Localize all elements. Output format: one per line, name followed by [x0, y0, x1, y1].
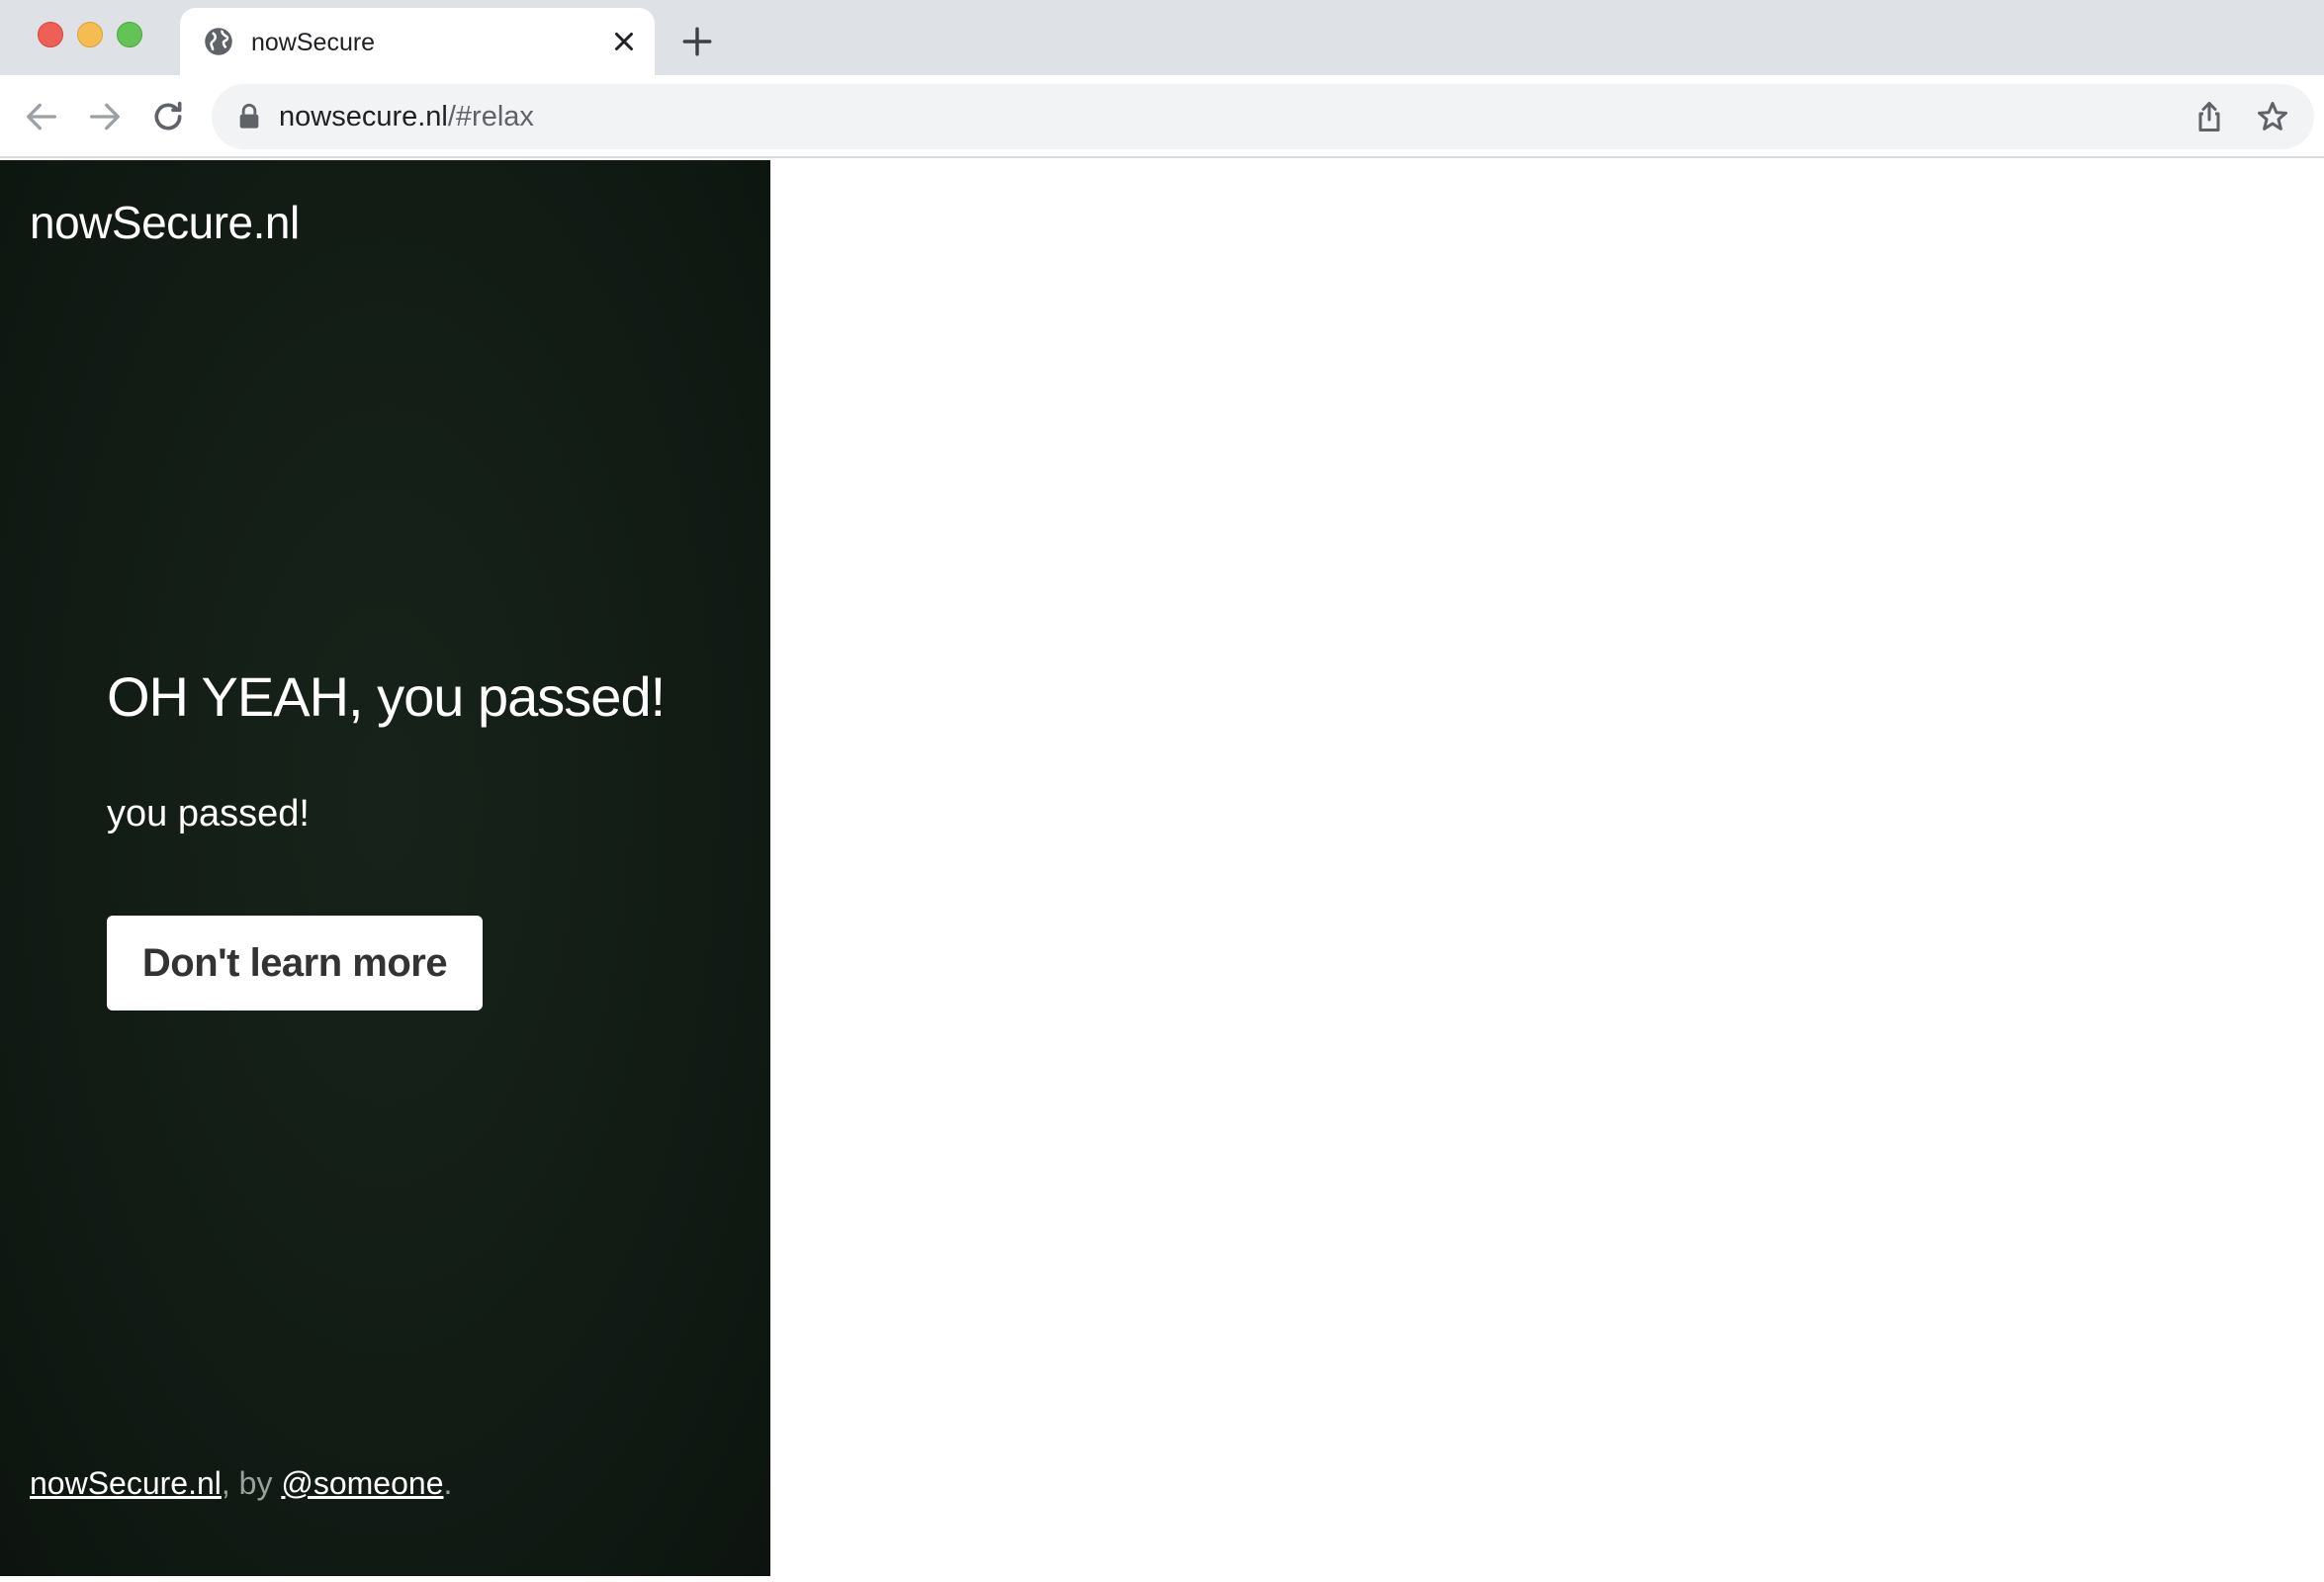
footer-site-link[interactable]: nowSecure.nl: [30, 1465, 222, 1501]
maximize-window-button[interactable]: [117, 22, 142, 47]
close-icon[interactable]: [609, 27, 639, 56]
arrow-left-icon[interactable]: [22, 97, 61, 136]
close-window-button[interactable]: [38, 22, 63, 47]
footer-end-text: .: [443, 1465, 453, 1501]
globe-icon: [205, 28, 232, 55]
sidebar-panel: nowSecure.nl OH YEAH, you passed! you pa…: [0, 160, 770, 1576]
url-text[interactable]: nowsecure.nl/#relax: [279, 100, 534, 133]
share-icon[interactable]: [2191, 99, 2227, 134]
plus-icon[interactable]: [680, 25, 714, 58]
url-path: /#relax: [447, 101, 534, 132]
url-host: nowsecure.nl: [279, 101, 448, 132]
address-bar[interactable]: nowsecure.nl/#relax: [212, 84, 2314, 149]
reload-icon[interactable]: [148, 97, 188, 136]
footer-author-link[interactable]: @someone: [281, 1465, 443, 1501]
star-icon[interactable]: [2255, 99, 2290, 134]
footer: nowSecure.nl, by @someone.: [30, 1465, 452, 1502]
footer-by-text: , by: [221, 1465, 282, 1501]
arrow-right-icon[interactable]: [85, 97, 125, 136]
lock-icon[interactable]: [237, 103, 261, 131]
dont-learn-more-button[interactable]: Don't learn more: [107, 916, 483, 1011]
brand-title: nowSecure.nl: [30, 197, 300, 248]
minimize-window-button[interactable]: [77, 22, 103, 47]
browser-tab[interactable]: nowSecure: [180, 8, 655, 75]
browser-titlebar: nowSecure: [0, 0, 2324, 75]
browser-toolbar: nowsecure.nl/#relax: [0, 75, 2324, 158]
page-headline: OH YEAH, you passed!: [107, 665, 666, 728]
page-content: nowSecure.nl OH YEAH, you passed! you pa…: [0, 160, 2324, 1582]
page-subtext: you passed!: [107, 793, 310, 835]
main-content-area: [770, 160, 2324, 1582]
tab-title: nowSecure: [251, 29, 376, 56]
